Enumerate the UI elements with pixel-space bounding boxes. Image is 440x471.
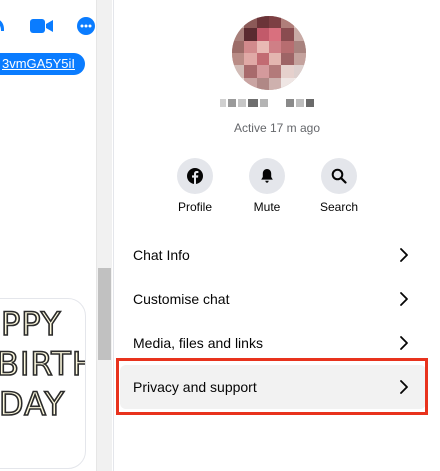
active-status: Active 17 m ago	[233, 121, 321, 135]
chevron-right-icon	[400, 292, 408, 306]
mute-label: Mute	[253, 200, 281, 214]
profile-button[interactable]	[177, 158, 213, 194]
menu-item-label: Customise chat	[133, 291, 230, 307]
chat-scrollbar[interactable]	[96, 0, 112, 471]
sticker-line-1: PPY	[0, 304, 62, 344]
profile-action[interactable]: Profile	[165, 158, 225, 214]
chat-toolbar	[0, 0, 96, 50]
contact-name-redacted	[220, 99, 314, 107]
menu-item-label: Chat Info	[133, 247, 190, 263]
search-button[interactable]	[321, 158, 357, 194]
video-call-icon[interactable]	[30, 17, 54, 35]
message-link-text[interactable]: 3vmGA5Y5iI	[2, 56, 75, 71]
facebook-icon	[187, 168, 203, 184]
profile-label: Profile	[177, 200, 212, 214]
sticker-line-3: DAY	[0, 384, 66, 424]
menu-item-chat-info[interactable]: Chat Info	[120, 233, 426, 277]
bell-icon	[261, 169, 273, 183]
scrollbar-thumb[interactable]	[98, 268, 111, 360]
highlight-annotation	[116, 358, 428, 415]
search-label: Search	[319, 200, 359, 214]
message-link-bubble[interactable]: 3vmGA5Y5iI	[0, 53, 85, 75]
mute-action[interactable]: Mute	[237, 158, 297, 214]
chat-area: 3vmGA5Y5iI PPY BIRTH DAY	[0, 0, 96, 471]
menu-item-label: Media, files and links	[133, 335, 263, 351]
chevron-right-icon	[400, 336, 408, 350]
search-icon	[331, 168, 347, 184]
mute-button[interactable]	[249, 158, 285, 194]
contact-avatar[interactable]	[232, 16, 306, 90]
sticker-line-2: BIRTH	[0, 344, 85, 384]
phone-icon[interactable]	[0, 17, 6, 33]
chevron-right-icon	[400, 248, 408, 262]
more-options-icon[interactable]	[77, 17, 95, 35]
menu-item-customise-chat[interactable]: Customise chat	[120, 277, 426, 321]
birthday-sticker: PPY BIRTH DAY	[0, 298, 86, 469]
quick-actions: Profile Mute Search	[114, 158, 440, 218]
search-action[interactable]: Search	[309, 158, 369, 214]
